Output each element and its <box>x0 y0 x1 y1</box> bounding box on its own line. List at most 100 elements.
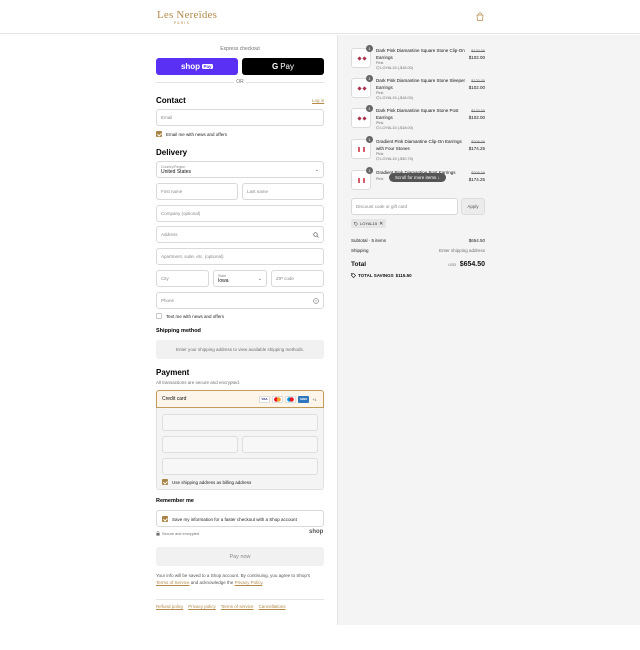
earring-image <box>357 86 367 91</box>
quantity-badge: 1 <box>366 75 373 82</box>
discount-placeholder: Discount code or gift card <box>356 204 408 209</box>
compare-at-price: $120.00 <box>471 109 485 113</box>
more-cards-badge: +1 <box>312 397 317 402</box>
tag-icon <box>354 221 358 226</box>
scroll-hint[interactable]: Scroll for more items ↓ <box>389 173 446 182</box>
maestro-icon <box>285 396 296 403</box>
subtotal-value: $654.50 <box>468 238 485 243</box>
earring-image <box>357 178 367 183</box>
order-summary: 1 Dark Pink Diamantine Square Stone Clip-… <box>337 35 640 625</box>
phone-placeholder: Phone <box>161 298 175 303</box>
login-link[interactable]: Log in <box>312 98 324 103</box>
apply-discount-button[interactable]: Apply <box>461 198 485 215</box>
discount-code-field[interactable]: Discount code or gift card <box>351 198 458 215</box>
state-select[interactable]: State Iowa ⌄ <box>213 270 267 287</box>
product-price: $174.25 <box>468 145 485 151</box>
card-number-field[interactable] <box>162 414 318 431</box>
company-field[interactable]: Company (optional) <box>156 205 324 222</box>
mastercard-icon <box>272 396 283 403</box>
shipping-method-heading: Shipping method <box>156 328 201 334</box>
pay-now-button[interactable]: Pay now <box>156 547 324 566</box>
product-discount: ⌬ LOYAL15 (-$18.00) <box>376 126 414 130</box>
first-name-field[interactable]: First name <box>156 183 238 200</box>
privacy-policy-footer-link[interactable]: Privacy policy <box>188 604 216 609</box>
product-price: $102.00 <box>468 114 485 120</box>
credit-card-label: Credit card <box>162 396 187 402</box>
svg-text:?: ? <box>315 299 317 303</box>
earring-image <box>357 56 367 61</box>
privacy-policy-link[interactable]: Privacy Policy <box>235 580 263 585</box>
card-cvv-field[interactable] <box>242 436 318 453</box>
delivery-heading: Delivery <box>156 148 188 157</box>
legal-text-part: . <box>262 580 264 585</box>
refund-policy-link[interactable]: Refund policy <box>156 604 183 609</box>
credit-card-option[interactable]: Credit card VISA AMEX +1 <box>156 390 324 408</box>
product-discount: ⌬ LOYAL15 (-$18.00) <box>376 66 414 70</box>
express-checkout-label: Express checkout <box>220 46 260 52</box>
product-prices: $205.00 $174.25 <box>469 170 485 183</box>
company-placeholder: Company (optional) <box>161 211 201 216</box>
country-value: United States <box>161 168 192 175</box>
save-info-label: Save my information for a faster checkou… <box>172 516 297 522</box>
product-info: Dark Pink Diamantine Square Stone Clip-O… <box>376 48 468 71</box>
card-name-field[interactable] <box>162 458 318 475</box>
brand-logo[interactable]: Les Nereïdes PARIS <box>157 9 217 25</box>
shopping-bag-icon[interactable] <box>476 12 484 21</box>
help-circle-icon[interactable]: ? <box>313 298 319 304</box>
email-placeholder: Email <box>161 115 173 120</box>
card-expiry-field[interactable] <box>162 436 238 453</box>
payment-heading: Payment <box>156 368 190 377</box>
tag-icon <box>351 273 356 278</box>
cart-item: 1 Gradient Pink Diamantine Clip-On Earrin… <box>351 136 485 167</box>
cancellations-link[interactable]: Cancellations <box>259 604 286 609</box>
search-icon <box>313 232 319 238</box>
zip-field[interactable]: ZIP code <box>271 270 324 287</box>
city-field[interactable]: City <box>156 270 209 287</box>
country-select[interactable]: Country/Region United States ⌄ <box>156 161 324 178</box>
compare-at-price: $120.00 <box>471 79 485 83</box>
billing-address-checkbox[interactable] <box>162 479 168 485</box>
terms-of-service-footer-link[interactable]: Terms of service <box>221 604 254 609</box>
product-prices: $205.00 $174.25 <box>469 139 485 152</box>
email-field[interactable]: Email <box>156 109 324 126</box>
product-discount: ⌬ LOYAL15 (-$18.00) <box>376 96 414 100</box>
terms-of-service-link[interactable]: Terms of Service <box>156 580 190 585</box>
legal-text-part: Your info will be saved to a Shop accoun… <box>156 573 311 578</box>
contact-heading: Contact <box>156 96 186 105</box>
product-price: $174.25 <box>468 176 485 182</box>
product-name: Gradient Pink Diamantine Clip-On Earring… <box>376 139 462 151</box>
credit-card-form: Use shipping address as billing address <box>156 408 324 490</box>
shop-pay-wordmark: shop <box>180 62 201 71</box>
product-prices: $120.00 $102.00 <box>469 108 485 121</box>
email-news-label: Email me with news and offers <box>166 131 227 137</box>
text-news-checkbox[interactable] <box>156 313 162 319</box>
google-pay-button[interactable]: G Pay <box>242 58 324 75</box>
last-name-field[interactable]: Last name <box>242 183 324 200</box>
applied-code-chip: LOYAL15 ✕ <box>351 219 387 228</box>
city-placeholder: City <box>161 276 169 281</box>
currency-code: USD <box>448 263 457 267</box>
chevron-down-icon: ⌄ <box>257 276 262 282</box>
earring-image <box>357 147 367 152</box>
email-news-checkbox[interactable] <box>156 131 162 137</box>
lock-icon <box>156 531 160 536</box>
product-name: Dark Pink Diamantine Square Stone Post E… <box>376 108 459 120</box>
compare-at-price: $120.00 <box>471 49 485 53</box>
shop-pay-button[interactable]: shop Pay <box>156 58 238 75</box>
shipping-method-placeholder: Enter your shipping address to view avai… <box>156 340 324 359</box>
or-label: OR <box>234 79 246 85</box>
product-info: Dark Pink Diamantine Square Stone Post E… <box>376 108 468 131</box>
save-info-checkbox[interactable] <box>162 516 168 522</box>
earring-image <box>357 116 367 121</box>
phone-field[interactable]: Phone ? <box>156 292 324 309</box>
apartment-field[interactable]: Apartment, suite, etc. (optional) <box>156 248 324 265</box>
cart-item: 1 Dark Pink Diamantine Square Stone Post … <box>351 105 485 136</box>
secure-label: Secure and encrypted <box>162 531 200 536</box>
or-divider: OR <box>156 79 324 85</box>
quantity-badge: 1 <box>366 105 373 112</box>
subtotal-label: Subtotal · 5 items <box>351 238 387 243</box>
product-info: Gradient Pink Diamantine Clip-On Earring… <box>376 139 468 162</box>
close-icon[interactable]: ✕ <box>379 221 383 227</box>
first-name-placeholder: First name <box>161 189 183 194</box>
address-field[interactable]: Address <box>156 226 324 243</box>
